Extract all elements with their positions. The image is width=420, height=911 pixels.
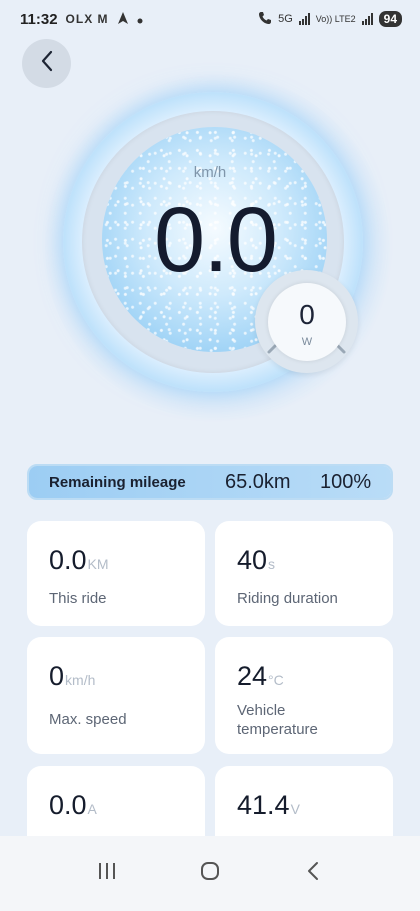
recent-apps-icon	[97, 862, 117, 885]
stat-label: Vehicle temperature	[237, 702, 318, 738]
call-icon	[258, 11, 272, 28]
remaining-mileage-label: Remaining mileage	[49, 474, 186, 491]
network-5g-label: 5G	[278, 13, 293, 25]
remaining-mileage-bar: Remaining mileage 65.0km 100%	[27, 464, 393, 500]
stat-value: 0.0KM	[49, 545, 109, 576]
stat-unit: KM	[87, 556, 109, 572]
chevron-left-icon	[40, 50, 54, 77]
recent-apps-button[interactable]	[87, 854, 127, 894]
stat-card-vehicle-temperature: 24°C Vehicle temperature	[215, 637, 393, 754]
stat-unit: s	[268, 556, 276, 572]
stat-number: 41.4	[237, 790, 290, 820]
stat-card-max-speed: 0km/h Max. speed	[27, 637, 205, 754]
back-icon	[306, 861, 320, 886]
network-lte-label: Vo)) LTE2	[315, 14, 356, 24]
stat-unit: °C	[268, 672, 284, 688]
stat-value: 0.0A	[49, 790, 97, 821]
status-bar: 11:32 OLX M 5G Vo)) LTE2 94	[0, 0, 420, 38]
stat-value: 24°C	[237, 661, 284, 692]
speed-unit: km/h	[193, 164, 227, 181]
nav-back-button[interactable]	[293, 854, 333, 894]
stat-unit: A	[87, 801, 97, 817]
signal-icon-2	[361, 13, 373, 25]
stat-card-riding-duration: 40s Riding duration	[215, 521, 393, 626]
home-icon	[200, 861, 220, 886]
stat-value: 41.4V	[237, 790, 300, 821]
signal-icon	[298, 13, 310, 25]
power-value: 0	[299, 299, 315, 330]
stat-card-this-ride: 0.0KM This ride	[27, 521, 205, 626]
stat-number: 40	[237, 545, 268, 575]
back-button[interactable]	[22, 39, 71, 88]
stat-label: Riding duration	[237, 590, 338, 607]
stat-number: 0.0	[49, 790, 87, 820]
stat-value: 0km/h	[49, 661, 95, 692]
notification-icons: OLX M	[65, 12, 109, 26]
remaining-mileage-distance: 65.0km	[225, 471, 291, 493]
home-button[interactable]	[190, 854, 230, 894]
stat-number: 0	[49, 661, 65, 691]
stat-unit: km/h	[65, 672, 96, 688]
stat-value: 40s	[237, 545, 275, 576]
battery-indicator: 94	[378, 11, 402, 27]
status-left: 11:32 OLX M	[20, 11, 143, 28]
system-nav-bar	[0, 836, 420, 911]
stat-number: 0.0	[49, 545, 87, 575]
status-time: 11:32	[20, 10, 58, 28]
stat-label: Max. speed	[49, 711, 127, 728]
remaining-mileage-percent: 100%	[320, 471, 372, 493]
stat-unit: V	[290, 801, 300, 817]
stat-label: This ride	[49, 590, 107, 607]
status-right: 5G Vo)) LTE2 94	[258, 11, 402, 28]
stat-number: 24	[237, 661, 268, 691]
dot-icon	[137, 11, 143, 28]
navigation-arrow-icon	[117, 11, 129, 28]
power-unit: W	[301, 336, 313, 348]
